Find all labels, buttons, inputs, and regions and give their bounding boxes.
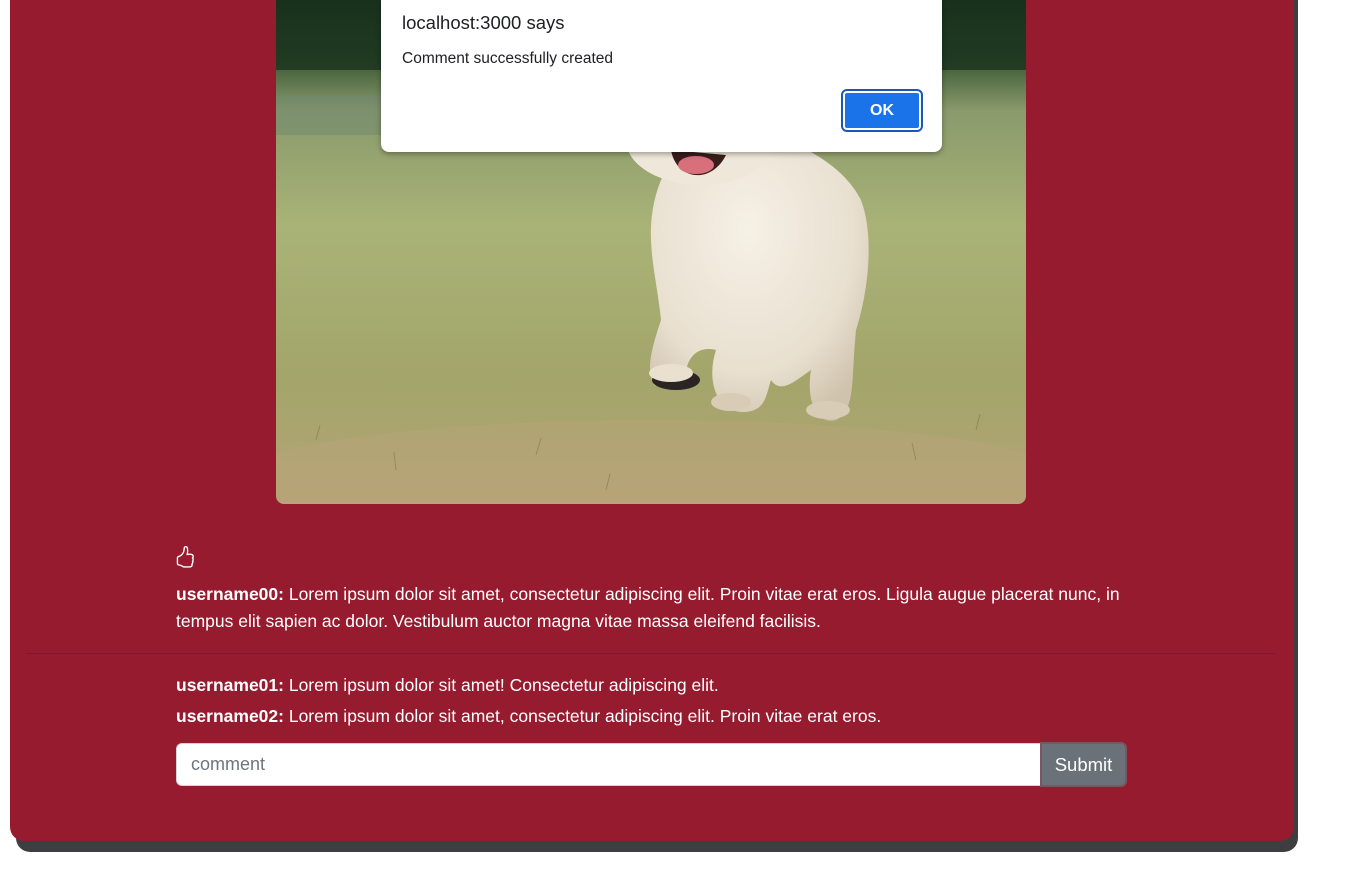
ok-button[interactable]: OK — [841, 89, 923, 132]
comment-text: Lorem ipsum dolor sit amet, consectetur … — [283, 706, 882, 726]
comment-item: username00: Lorem ipsum dolor sit amet, … — [176, 581, 1136, 635]
comment-item: username02: Lorem ipsum dolor sit amet, … — [176, 703, 1136, 730]
comment-username: username02: — [176, 706, 284, 726]
dialog-message: Comment successfully created — [402, 50, 614, 67]
alert-dialog: localhost:3000 says Comment successfully… — [381, 0, 942, 152]
dialog-title: localhost:3000 says — [402, 12, 565, 33]
comment-text: Lorem ipsum dolor sit amet! Consectetur … — [283, 675, 719, 695]
page: username00: Lorem ipsum dolor sit amet, … — [0, 0, 1348, 872]
comment-item: username01: Lorem ipsum dolor sit amet! … — [176, 672, 1136, 699]
like-button[interactable] — [174, 545, 196, 569]
comment-username: username01: — [176, 675, 284, 695]
comment-input[interactable] — [176, 743, 1040, 786]
thumbs-up-icon — [176, 545, 194, 568]
comment-text: Lorem ipsum dolor sit amet, consectetur … — [176, 584, 1120, 631]
submit-button[interactable]: Submit — [1040, 742, 1127, 787]
comment-username: username00: — [176, 584, 284, 604]
divider — [26, 653, 1276, 654]
